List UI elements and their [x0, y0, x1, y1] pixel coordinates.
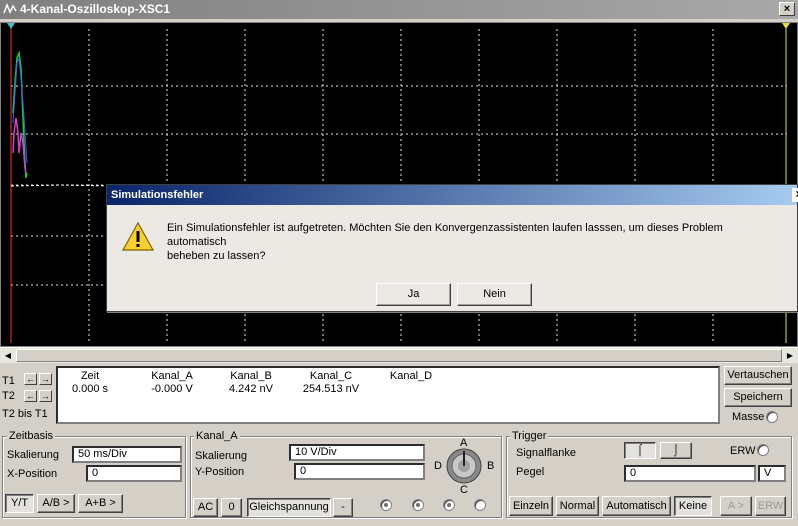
t2-minus-t1-label: T2 bis T1 [2, 408, 48, 420]
channel-scale-label: Skalierung [195, 450, 247, 462]
dialog-message: Ein Simulationsfehler ist aufgetreten. M… [167, 221, 777, 263]
trigger-title: Trigger [510, 430, 549, 442]
knob-label-b: B [487, 460, 495, 472]
ext-trigger-label: ERW [730, 445, 756, 457]
ground-radio[interactable] [766, 411, 778, 423]
readout-header-channel-b: Kanal_B [230, 370, 272, 382]
trigger-source-a-button[interactable]: A > [720, 496, 752, 516]
save-button[interactable]: Speichern [724, 388, 792, 407]
level-unit-field[interactable]: V [758, 465, 786, 482]
readout-header-channel-c: Kanal_C [309, 370, 353, 382]
no-button[interactable]: Nein [457, 283, 532, 306]
window-title: 4-Kanal-Oszilloskop-XSC1 [20, 2, 171, 16]
scroll-right-icon[interactable]: ▶ [783, 349, 797, 362]
dialog-title-bar: Simulationsfehler [107, 185, 797, 205]
channel-b-radio[interactable] [412, 499, 424, 511]
channel-title: Kanal_A [194, 430, 240, 442]
rising-edge-button[interactable]: ⌠ [624, 442, 656, 459]
y-position-label: Y-Position [195, 466, 245, 478]
cursor-t2-marker-icon[interactable] [782, 23, 790, 29]
channel-d-radio[interactable] [474, 499, 486, 511]
timebase-scale-label: Skalierung [7, 449, 59, 461]
readout-header-channel-d: Kanal_D [389, 370, 433, 382]
x-position-label: X-Position [7, 468, 58, 480]
coupling-zero-button[interactable]: 0 [221, 498, 242, 517]
invert-button[interactable]: - [333, 498, 353, 517]
a-plus-b-mode-button[interactable]: A+B > [78, 494, 123, 513]
dialog-close-button[interactable]: × [792, 188, 798, 202]
coupling-dc-button[interactable]: Gleichspannung [247, 498, 331, 517]
horizontal-scrollbar[interactable]: ◀ ▶ [0, 347, 798, 363]
level-label: Pegel [516, 466, 545, 478]
channel-c-radio[interactable] [443, 499, 455, 511]
falling-edge-icon: ⌡ [672, 444, 680, 456]
falling-edge-button[interactable]: ⌡ [660, 442, 692, 459]
ground-label: Masse [732, 411, 765, 423]
timebase-scale-field[interactable]: 50 ms/Div [72, 446, 182, 463]
trigger-auto-button[interactable]: Automatisch [602, 496, 671, 516]
yt-mode-button[interactable]: Y/T [5, 494, 34, 513]
measurement-readout: Zeit Kanal_A Kanal_B Kanal_C Kanal_D 0.0… [56, 366, 720, 424]
timebase-title: Zeitbasis [7, 430, 56, 442]
window-close-button[interactable]: × [779, 2, 795, 16]
knob-label-d: D [434, 460, 442, 472]
channel-selector-knob-icon[interactable] [445, 447, 483, 485]
trigger-normal-button[interactable]: Normal [556, 496, 599, 516]
t1-left-arrow-icon[interactable]: ← [24, 373, 37, 385]
cursor-t1-marker-icon[interactable] [7, 23, 15, 29]
scroll-left-icon[interactable]: ◀ [1, 349, 15, 362]
dialog-message-line1: Ein Simulationsfehler ist aufgetreten. M… [167, 222, 723, 248]
readout-value-channel-a: -0.000 V [151, 383, 193, 395]
readout-value-channel-b: 4.242 nV [228, 383, 274, 395]
trigger-source-ext-button[interactable]: ERW [755, 496, 786, 516]
trigger-single-button[interactable]: Einzeln [509, 496, 553, 516]
cursor-controls: T1 ← → T2 ← → T2 bis T1 [2, 368, 54, 424]
ext-trigger-radio[interactable] [757, 444, 769, 456]
signal-edge-label: Signalflanke [516, 447, 576, 459]
simulation-error-dialog: Simulationsfehler × Ein Simulationsfehle… [106, 184, 798, 312]
t2-label: T2 [2, 390, 15, 402]
dialog-title: Simulationsfehler [111, 189, 204, 201]
dialog-message-line2: beheben zu lassen? [167, 250, 266, 262]
t2-left-arrow-icon[interactable]: ← [24, 390, 37, 402]
oscilloscope-app-icon [3, 3, 17, 14]
level-field[interactable]: 0 [624, 465, 756, 482]
knob-label-c: C [460, 484, 468, 496]
swap-button[interactable]: Vertauschen [724, 366, 792, 385]
readout-header-time: Zeit [80, 370, 100, 382]
warning-icon [121, 221, 155, 251]
ab-mode-button[interactable]: A/B > [37, 494, 75, 513]
y-position-field[interactable]: 0 [294, 463, 425, 480]
trigger-none-button[interactable]: Keine [674, 496, 712, 516]
title-bar: 4-Kanal-Oszilloskop-XSC1 × [0, 0, 798, 19]
readout-value-time: 0.000 s [71, 383, 109, 395]
channel-scale-field[interactable]: 10 V/Div [289, 444, 425, 461]
rising-edge-icon: ⌠ [636, 444, 644, 456]
channel-a-radio[interactable] [380, 499, 392, 511]
coupling-ac-button[interactable]: AC [193, 498, 218, 517]
scrollbar-thumb[interactable] [16, 349, 782, 362]
x-position-field[interactable]: 0 [86, 465, 182, 482]
readout-header-channel-a: Kanal_A [151, 370, 193, 382]
t1-label: T1 [2, 375, 15, 387]
yes-button[interactable]: Ja [376, 283, 451, 306]
readout-value-channel-c: 254.513 nV [302, 383, 360, 395]
